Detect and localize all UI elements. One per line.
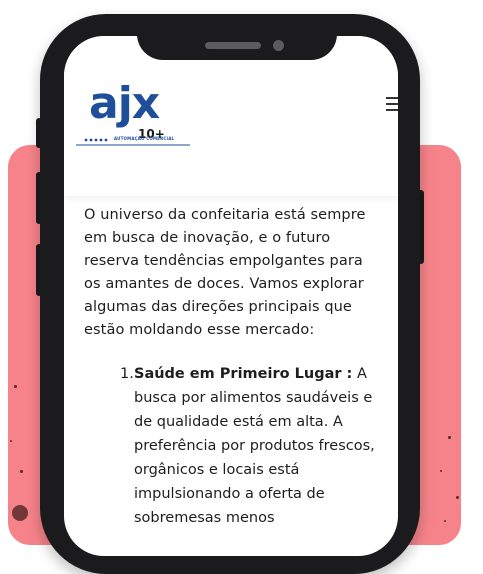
decorative-speck bbox=[440, 470, 442, 472]
phone-screen: ajx 10+ AUTOMAÇÃO COMERCIAL O universo d… bbox=[64, 36, 398, 556]
speaker-icon bbox=[205, 42, 261, 49]
decorative-speck bbox=[14, 385, 17, 388]
decorative-speck bbox=[456, 496, 459, 499]
decorative-speck bbox=[10, 440, 12, 442]
svg-text:ajx: ajx bbox=[89, 78, 160, 129]
list-item-text: A busca por alimentos saudáveis e de qua… bbox=[134, 366, 375, 526]
decorative-speck bbox=[20, 470, 23, 473]
ajx-logo[interactable]: ajx 10+ AUTOMAÇÃO COMERCIAL bbox=[72, 66, 192, 146]
logo-graphic: ajx 10+ bbox=[76, 78, 190, 146]
hamburger-icon[interactable] bbox=[386, 96, 398, 114]
site-header: ajx 10+ AUTOMAÇÃO COMERCIAL bbox=[64, 36, 398, 196]
list-item-number: 1. bbox=[120, 366, 134, 382]
decorative-speck bbox=[444, 520, 446, 522]
article-intro: O universo da confeitaria está sempre em… bbox=[84, 207, 366, 338]
list-item-title: Saúde em Primeiro Lugar : bbox=[134, 366, 353, 382]
decorative-speck bbox=[12, 505, 28, 521]
list-item: 1. Saúde em Primeiro Lugar : A busca por… bbox=[120, 362, 384, 530]
logo-tagline: AUTOMAÇÃO COMERCIAL bbox=[114, 136, 175, 141]
camera-icon bbox=[273, 40, 284, 51]
phone-notch bbox=[137, 14, 337, 60]
decorative-speck bbox=[448, 436, 451, 439]
